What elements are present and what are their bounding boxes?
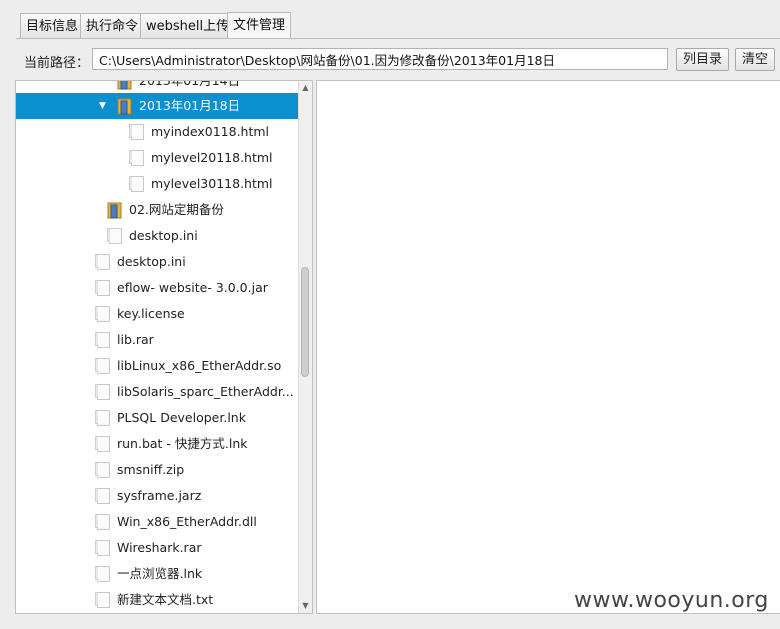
- tree-file-item[interactable]: run.bat - 快捷方式.lnk: [16, 431, 299, 457]
- file-icon: [129, 176, 144, 192]
- tree-file-item[interactable]: myindex0118.html: [16, 119, 299, 145]
- tree-file-item[interactable]: smsniff.zip: [16, 457, 299, 483]
- path-label: 当前路径：: [24, 56, 90, 71]
- scroll-thumb[interactable]: [301, 267, 309, 377]
- tree-file-item[interactable]: desktop.ini: [16, 249, 299, 275]
- file-icon: [95, 488, 110, 504]
- tree-file-item[interactable]: 一点浏览器.lnk: [16, 561, 299, 587]
- file-icon: [95, 514, 110, 530]
- tree-file-item[interactable]: mylevel20118.html: [16, 145, 299, 171]
- file-icon: [95, 592, 110, 608]
- tree-item-label: mylevel30118.html: [151, 176, 273, 191]
- tree-item-label: libLinux_x86_EtherAddr.so: [117, 358, 282, 373]
- file-icon: [95, 566, 110, 582]
- file-icon: [95, 280, 110, 296]
- tree-item-label: desktop.ini: [117, 254, 186, 269]
- tree-file-item[interactable]: key.license: [16, 301, 299, 327]
- tree-item-label: key.license: [117, 306, 185, 321]
- tree-item-label: run.bat - 快捷方式.lnk: [117, 436, 248, 451]
- tree-folder-item[interactable]: ▼ 2013年01月18日: [16, 93, 299, 119]
- file-icon: [95, 384, 110, 400]
- tree-item-label: Wireshark.rar: [117, 540, 202, 555]
- tree-item-label: 2013年01月14日: [139, 80, 241, 88]
- tree-file-item[interactable]: PLSQL Developer.lnk: [16, 405, 299, 431]
- tree-file-item[interactable]: Wireshark.rar: [16, 535, 299, 561]
- tab-target-info[interactable]: 目标信息: [20, 13, 85, 38]
- watermark: www.wooyun.org: [574, 588, 769, 613]
- file-icon: [129, 124, 144, 140]
- tree-item-label: lib.rar: [117, 332, 154, 347]
- file-content-area[interactable]: [316, 80, 780, 614]
- file-icon: [95, 358, 110, 374]
- tree-item-label: 2013年01月18日: [139, 98, 241, 113]
- file-icon: [107, 228, 122, 244]
- tree-file-item[interactable]: libLinux_x86_EtherAddr.so: [16, 353, 299, 379]
- file-icon: [95, 306, 110, 322]
- file-icon: [95, 540, 110, 556]
- tab-divider: [16, 38, 780, 39]
- expand-arrow-icon[interactable]: ▼: [99, 93, 106, 119]
- tree-item-label: 一点浏览器.lnk: [117, 566, 203, 581]
- tree-item-label: desktop.ini: [129, 228, 198, 243]
- tree-file-item[interactable]: lib.rar: [16, 327, 299, 353]
- tree-file-item[interactable]: desktop.ini: [16, 223, 299, 249]
- tree-file-item[interactable]: eflow- website- 3.0.0.jar: [16, 275, 299, 301]
- tree-item-label: libSolaris_sparc_EtherAddr...: [117, 384, 294, 399]
- tree-file-item[interactable]: Win_x86_EtherAddr.dll: [16, 509, 299, 535]
- tree-item-label: eflow- website- 3.0.0.jar: [117, 280, 268, 295]
- tree-scrollbar[interactable]: ▲ ▼: [298, 81, 312, 613]
- tree-item-label: Win_x86_EtherAddr.dll: [117, 514, 257, 529]
- tab-execute-command[interactable]: 执行命令: [80, 13, 145, 38]
- scroll-down-arrow-icon[interactable]: ▼: [299, 599, 312, 613]
- tab-webshell-upload[interactable]: webshell上传: [140, 13, 236, 38]
- scroll-up-arrow-icon[interactable]: ▲: [299, 81, 312, 95]
- file-tree: 2013年01月14日 ▼ 2013年01月18日 myindex0118.html m…: [15, 80, 313, 614]
- list-directory-button[interactable]: 列目录: [676, 48, 730, 71]
- clear-button[interactable]: 清空: [735, 48, 776, 71]
- tree-item-label: 新建文本文档.txt: [117, 592, 214, 607]
- file-icon: [95, 254, 110, 270]
- file-icon: [129, 150, 144, 166]
- path-bar: 当前路径： 列目录 清空: [0, 40, 780, 80]
- file-icon: [95, 410, 110, 426]
- tab-file-manager[interactable]: 文件管理: [227, 12, 292, 39]
- file-manager-window: 目标信息 执行命令 webshell上传 文件管理 当前路径： 列目录 清空 2…: [0, 0, 780, 629]
- tab-bar: 目标信息 执行命令 webshell上传 文件管理: [0, 0, 780, 40]
- tree-file-item[interactable]: sysframe.jarz: [16, 483, 299, 509]
- tree-item-label: sysframe.jarz: [117, 488, 202, 503]
- file-icon: [95, 332, 110, 348]
- file-icon: [95, 462, 110, 478]
- file-icon: [95, 436, 110, 452]
- tree-item-label: mylevel20118.html: [151, 150, 273, 165]
- tree-item-label: myindex0118.html: [151, 124, 270, 139]
- tree-file-item[interactable]: libSolaris_sparc_EtherAddr...: [16, 379, 299, 405]
- folder-icon: [117, 98, 132, 115]
- tree-file-item[interactable]: mylevel30118.html: [16, 171, 299, 197]
- tree-folder-item[interactable]: 02.网站定期备份: [16, 197, 299, 223]
- folder-icon: [117, 81, 132, 90]
- path-input[interactable]: [92, 48, 668, 70]
- tree-item-label: 02.网站定期备份: [129, 202, 224, 217]
- tree-item-label: smsniff.zip: [117, 462, 185, 477]
- tree-folder-item[interactable]: 2013年01月14日: [16, 80, 299, 94]
- tree-item-label: PLSQL Developer.lnk: [117, 410, 246, 425]
- tree-file-item[interactable]: 新建文本文档.txt: [16, 587, 299, 613]
- folder-icon: [107, 202, 122, 219]
